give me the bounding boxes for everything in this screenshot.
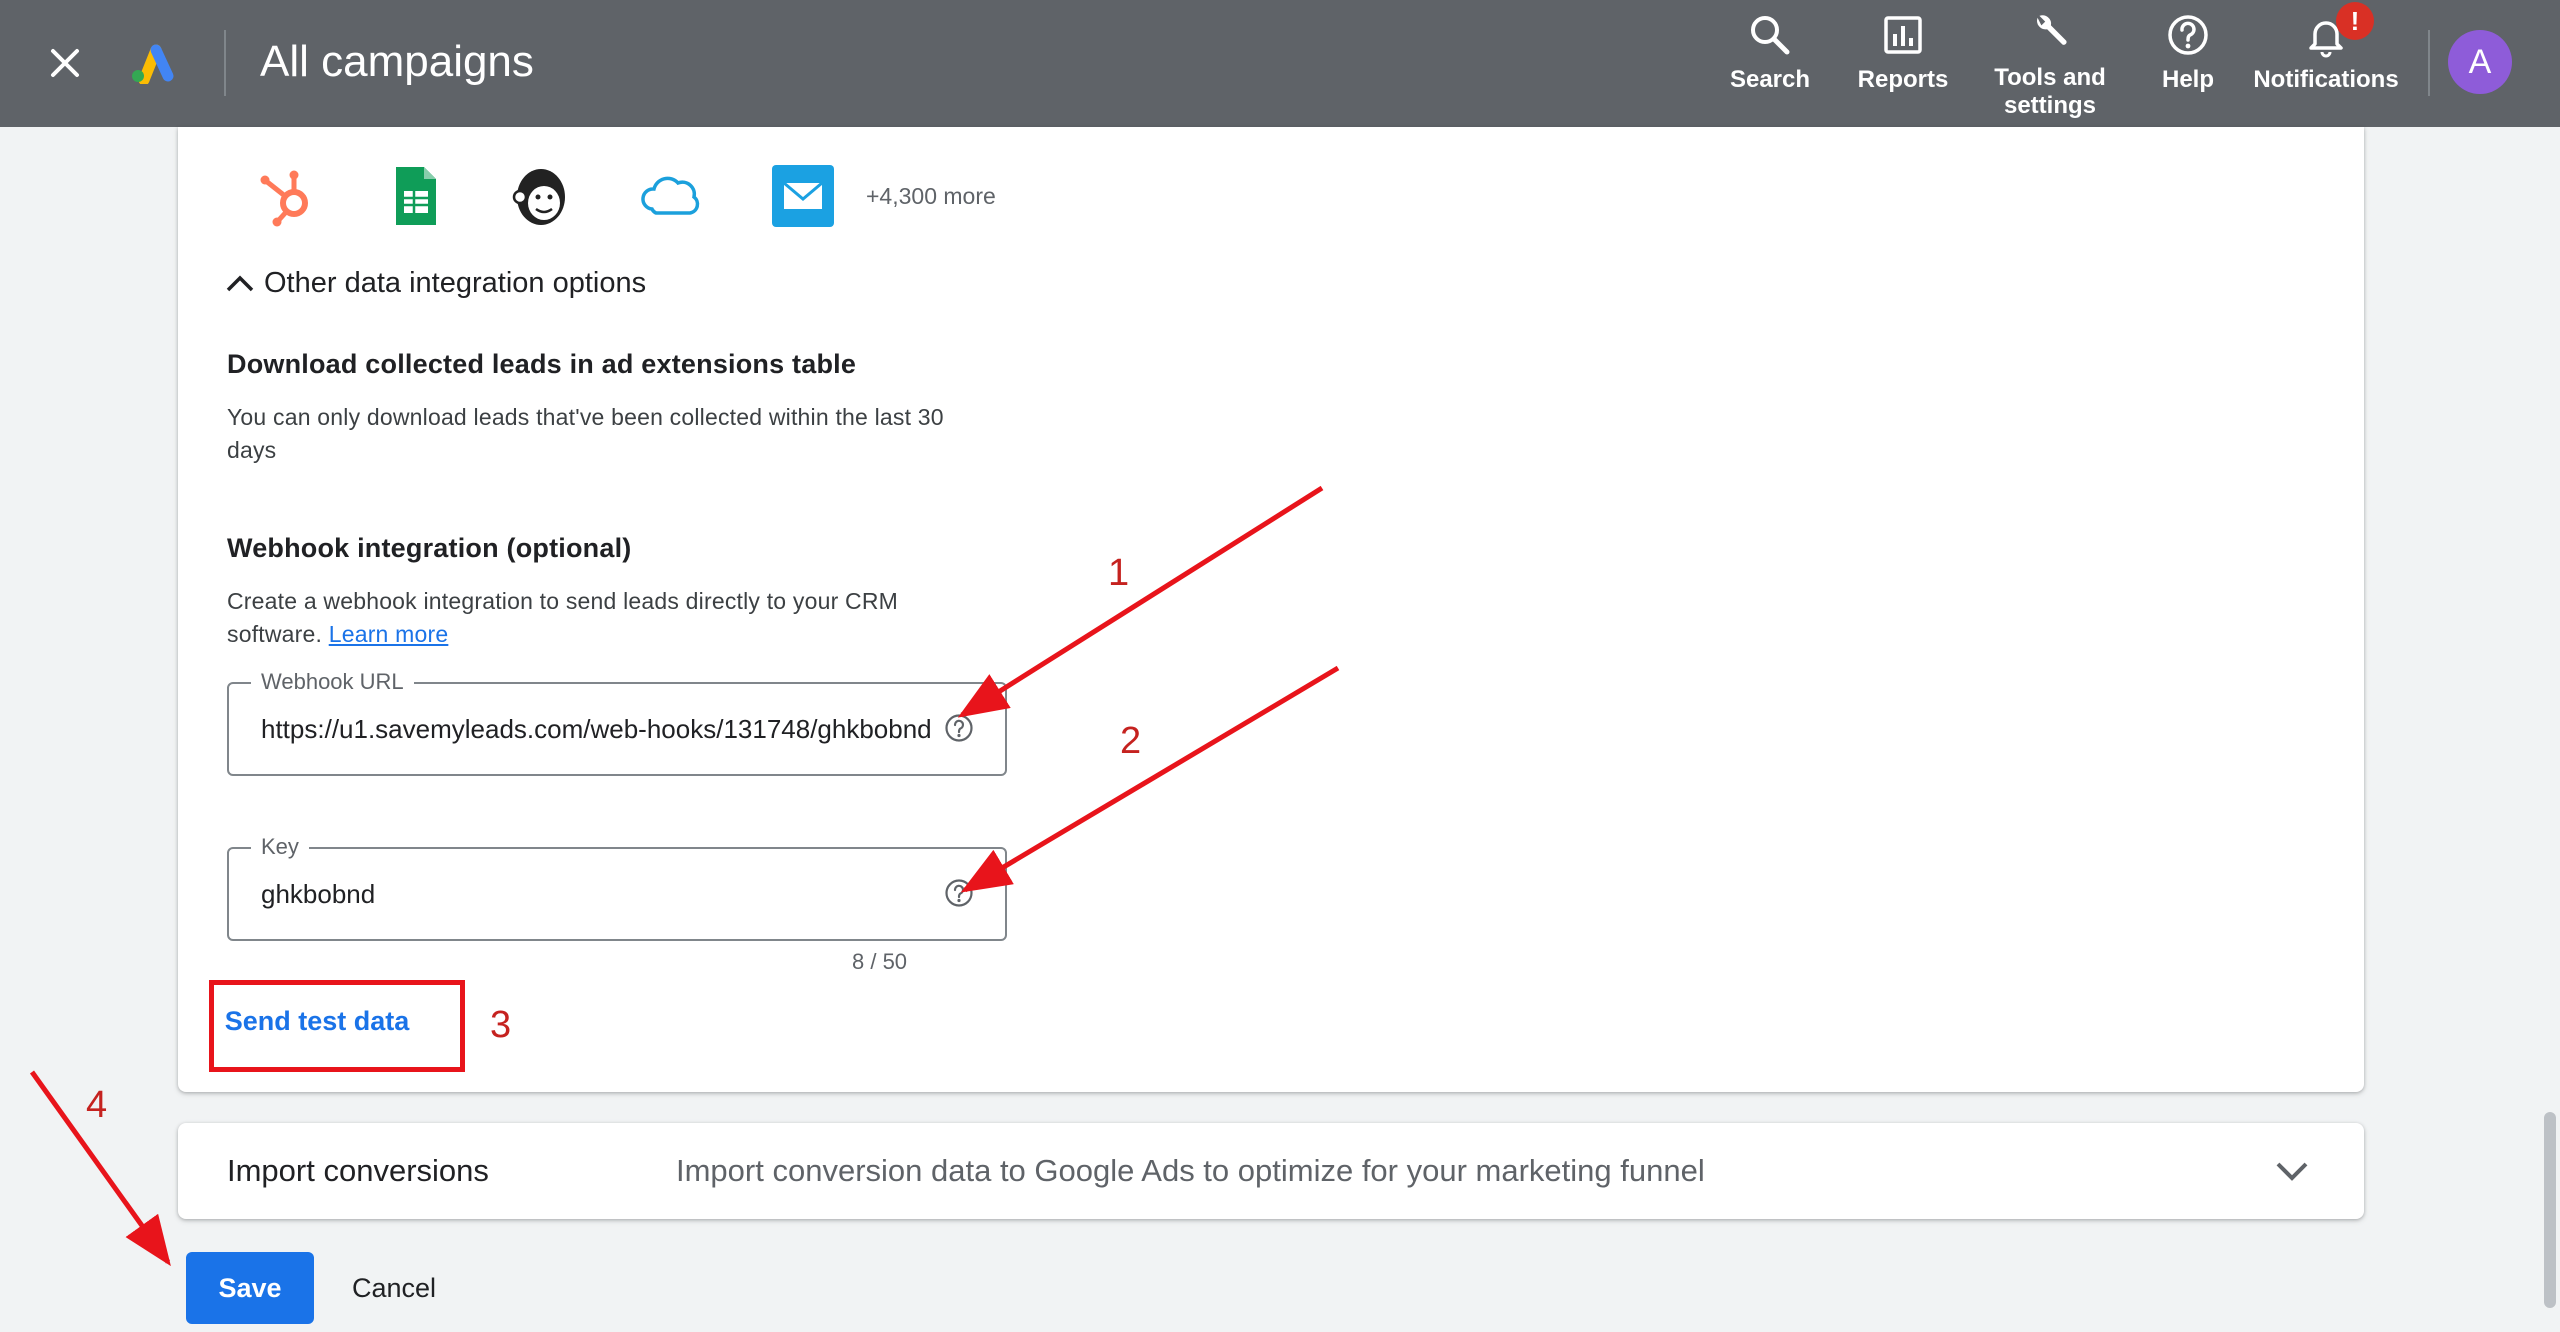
key-field: Key	[227, 834, 1007, 941]
nav-reports-button[interactable]: Reports	[1855, 10, 1951, 120]
chevron-down-icon	[2276, 1162, 2308, 1181]
google-ads-logo-icon	[132, 44, 174, 84]
help-icon[interactable]	[943, 712, 975, 744]
page-title: All campaigns	[260, 37, 534, 86]
webhook-url-field: Webhook URL	[227, 669, 1007, 776]
email-app-icon[interactable]	[770, 163, 836, 229]
nav-label: Reports	[1857, 66, 1949, 93]
nav-label: Help	[2161, 66, 2214, 93]
lead-form-settings-card: +4,300 more Other data integration optio…	[178, 127, 2364, 1092]
send-test-data-button[interactable]: Send test data	[210, 983, 424, 1059]
google-sheets-icon[interactable]	[382, 163, 448, 229]
annotation-number-3: 3	[490, 1004, 512, 1046]
nav-label: Search	[1729, 66, 1811, 93]
save-button[interactable]: Save	[186, 1252, 314, 1324]
key-input[interactable]	[261, 849, 941, 939]
nav-tools-button[interactable]: Tools and settings	[1990, 10, 2110, 120]
import-conversions-title: Import conversions	[227, 1153, 489, 1188]
import-conversions-panel[interactable]: Import conversions Import conversion dat…	[178, 1123, 2364, 1219]
webhook-desc-text: Create a webhook integration to send lea…	[227, 588, 898, 647]
annotation-number-2: 2	[1120, 720, 1142, 762]
annotation-number-1: 1	[1108, 552, 1130, 594]
nav-label: Notifications	[2253, 66, 2399, 93]
download-leads-desc: You can only download leads that've been…	[227, 404, 944, 463]
import-conversions-desc: Import conversion data to Google Ads to …	[676, 1153, 1705, 1188]
wrench-icon	[2037, 15, 2067, 45]
avatar[interactable]: A	[2448, 30, 2512, 94]
close-button[interactable]	[42, 40, 88, 86]
learn-more-link[interactable]: Learn more	[329, 621, 449, 647]
notification-badge: !	[2336, 2, 2374, 40]
more-integrations-link[interactable]: +4,300 more	[866, 183, 996, 210]
nav-search-button[interactable]: Search	[1730, 10, 1810, 120]
salesforce-icon[interactable]	[638, 163, 704, 229]
webhook-url-input[interactable]	[261, 684, 941, 774]
cancel-button[interactable]: Cancel	[334, 1252, 454, 1324]
help-icon[interactable]	[943, 877, 975, 909]
reports-icon	[1884, 16, 1922, 54]
webhook-title: Webhook integration (optional)	[227, 533, 632, 563]
nav-label: Tools and settings	[1994, 64, 2106, 119]
chevron-up-icon	[226, 275, 254, 291]
webhook-desc: Create a webhook integration to send lea…	[227, 585, 987, 651]
help-icon	[2168, 15, 2208, 55]
nav-help-button[interactable]: Help	[2148, 10, 2228, 120]
scrollbar-thumb[interactable]	[2544, 1112, 2556, 1308]
header-divider	[2428, 30, 2430, 96]
search-icon	[1751, 16, 1790, 55]
other-options-label: Other data integration options	[264, 267, 647, 299]
hubspot-icon[interactable]	[256, 163, 322, 229]
top-bar: All campaigns Search Reports Tools and s…	[0, 0, 2560, 127]
mailchimp-icon[interactable]	[508, 163, 574, 229]
close-icon	[51, 49, 79, 77]
other-options-toggle[interactable]: Other data integration options	[224, 267, 646, 300]
annotation-number-4: 4	[86, 1084, 108, 1126]
download-leads-title: Download collected leads in ad extension…	[227, 349, 857, 379]
header-divider	[224, 30, 226, 96]
nav-notifications-button[interactable]: ! Notifications	[2250, 2, 2402, 120]
key-char-counter: 8 / 50	[852, 949, 908, 974]
